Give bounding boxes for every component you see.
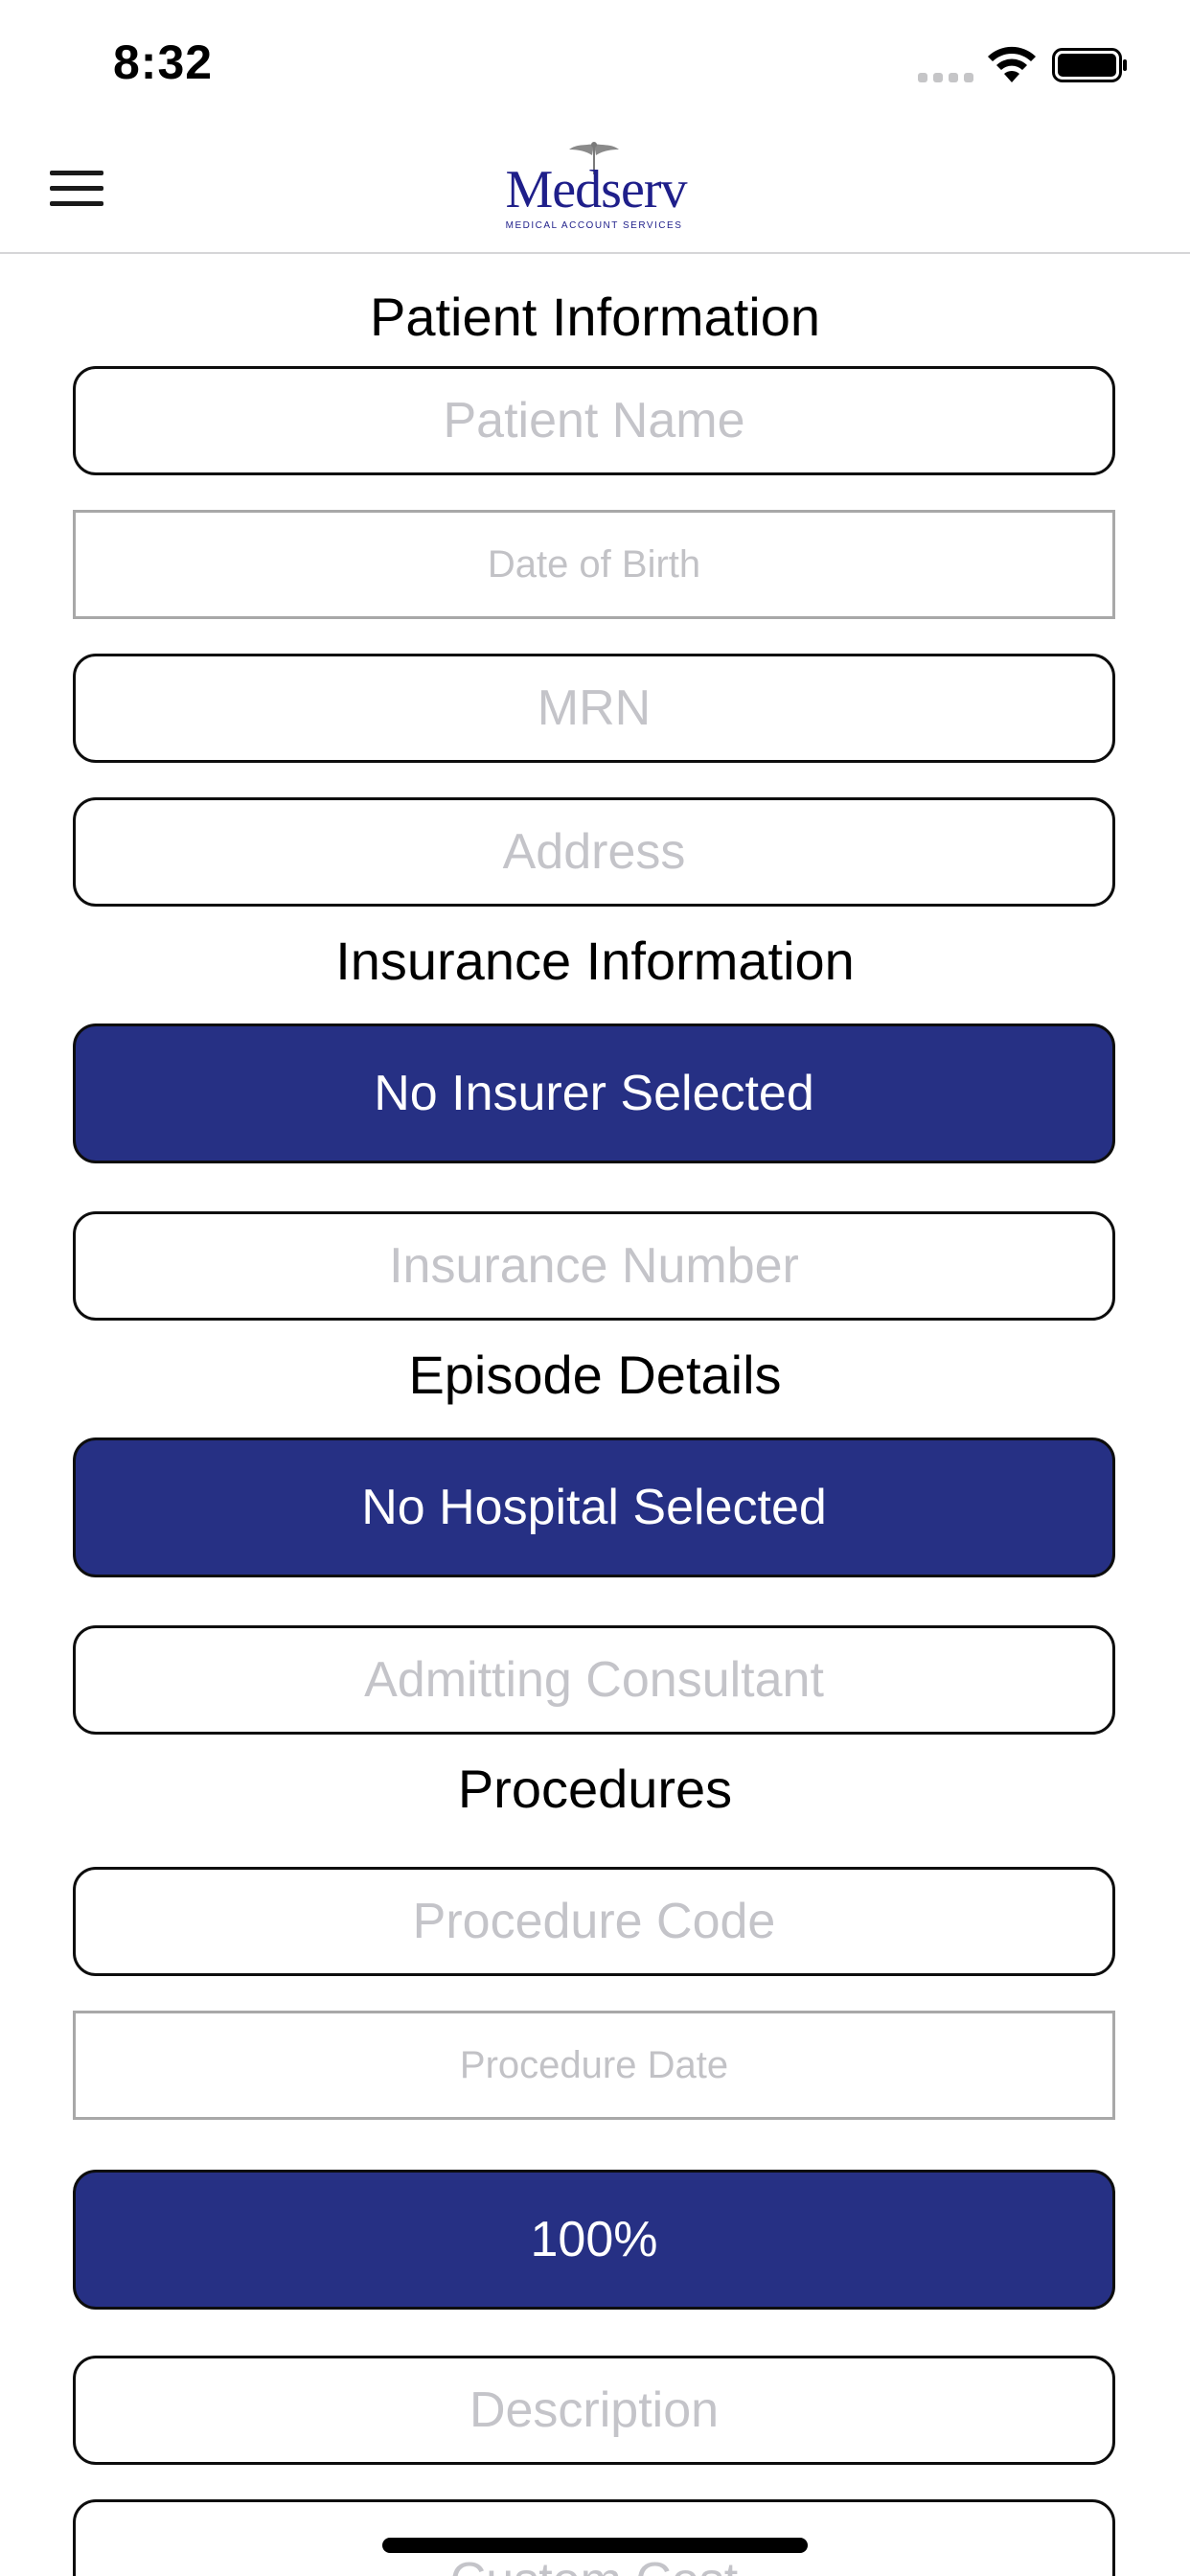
admitting-consultant-field[interactable]: Admitting Consultant — [73, 1625, 1115, 1735]
address-placeholder: Address — [502, 824, 686, 880]
medserv-logo: Medserv MEDICAL ACCOUNT SERVICES — [498, 140, 690, 236]
patient-information-heading: Patient Information — [369, 287, 821, 347]
mrn-placeholder: MRN — [537, 680, 652, 736]
hospital-select-button[interactable]: No Hospital Selected — [73, 1438, 1115, 1577]
nav-bar: Medserv MEDICAL ACCOUNT SERVICES — [0, 126, 1190, 254]
logo-tagline: MEDICAL ACCOUNT SERVICES — [505, 220, 683, 231]
description-field[interactable]: Description — [73, 2356, 1115, 2465]
description-placeholder: Description — [469, 2382, 720, 2438]
custom-cost-placeholder: Custom Cost — [450, 2552, 739, 2576]
admitting-consultant-placeholder: Admitting Consultant — [364, 1652, 824, 1708]
procedure-date-field[interactable]: Procedure Date — [73, 2011, 1115, 2120]
battery-icon — [1052, 48, 1127, 82]
procedure-code-field[interactable]: Procedure Code — [73, 1867, 1115, 1976]
date-of-birth-placeholder: Date of Birth — [487, 542, 701, 586]
percentage-select-button[interactable]: 100% — [73, 2170, 1115, 2310]
date-of-birth-field[interactable]: Date of Birth — [73, 510, 1115, 619]
mrn-field[interactable]: MRN — [73, 654, 1115, 763]
hospital-select-label: No Hospital Selected — [361, 1480, 827, 1535]
procedure-date-placeholder: Procedure Date — [459, 2043, 729, 2086]
hamburger-menu-icon[interactable] — [50, 167, 103, 209]
procedures-heading: Procedures — [457, 1759, 733, 1819]
insurer-select-label: No Insurer Selected — [374, 1066, 814, 1121]
percentage-select-label: 100% — [530, 2212, 658, 2267]
logo-wordmark: Medserv — [505, 160, 688, 219]
address-field[interactable]: Address — [73, 797, 1115, 907]
screen: 8:32 Medserv MEDICAL ACCOUNT SERVICES Pa… — [0, 0, 1190, 2576]
home-indicator[interactable] — [382, 2538, 808, 2553]
procedure-code-placeholder: Procedure Code — [412, 1894, 776, 1949]
patient-name-field[interactable]: Patient Name — [73, 366, 1115, 475]
insurance-number-placeholder: Insurance Number — [389, 1238, 799, 1294]
wifi-icon — [988, 46, 1036, 82]
insurer-select-button[interactable]: No Insurer Selected — [73, 1024, 1115, 1163]
cellular-signal-icon — [918, 69, 973, 82]
patient-name-placeholder: Patient Name — [443, 393, 745, 448]
insurance-number-field[interactable]: Insurance Number — [73, 1211, 1115, 1321]
status-bar: 8:32 — [0, 0, 1190, 126]
episode-details-heading: Episode Details — [408, 1345, 782, 1405]
insurance-information-heading: Insurance Information — [335, 931, 855, 991]
status-time: 8:32 — [113, 35, 214, 89]
